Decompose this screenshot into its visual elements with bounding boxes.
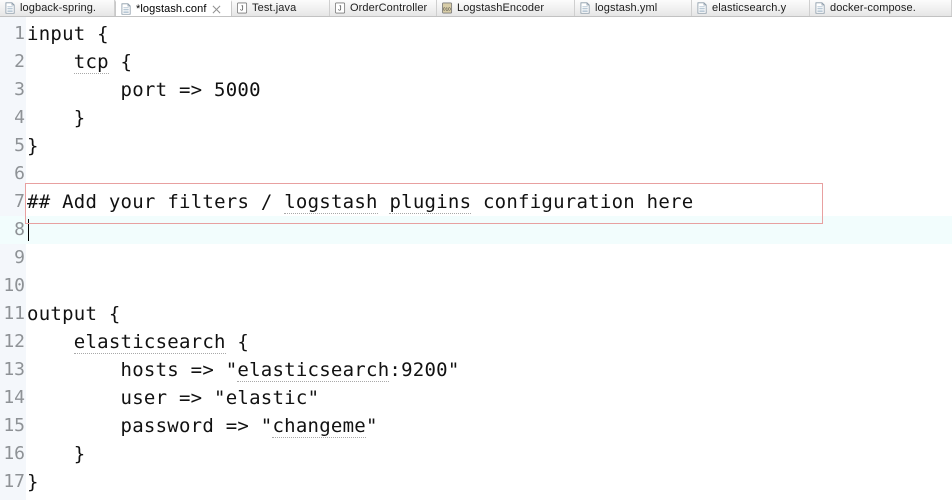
code-line[interactable]: 14 user => "elastic" (0, 384, 952, 412)
editor-tab-logstash-conf[interactable]: *logstash.conf (115, 0, 232, 16)
line-number: 13 (3, 359, 25, 380)
line-source[interactable]: password => "changeme" (26, 412, 378, 440)
text-file-icon (121, 3, 132, 15)
code-line[interactable]: 15 password => "changeme" (0, 412, 952, 440)
line-number: 12 (3, 331, 25, 352)
line-source[interactable]: } (26, 440, 85, 468)
line-number: 1 (14, 23, 25, 44)
line-number: 10 (3, 275, 25, 296)
svg-text:010: 010 (443, 6, 451, 11)
code-line[interactable]: 12 elasticsearch { (0, 328, 952, 356)
yaml-file-icon (697, 2, 708, 14)
code-line[interactable]: 2 tcp { (0, 48, 952, 76)
line-source[interactable]: output { (26, 300, 121, 328)
line-number: 7 (14, 191, 25, 212)
code-line[interactable]: 3 port => 5000 (0, 76, 952, 104)
xml-file-icon (5, 2, 16, 14)
code-line[interactable]: 16 } (0, 440, 952, 468)
editor-tab-logstash-yml[interactable]: logstash.yml (575, 0, 692, 16)
code-line[interactable]: 8 (0, 216, 952, 244)
line-source[interactable]: elasticsearch { (26, 328, 249, 356)
line-source[interactable]: hosts => "elasticsearch:9200" (26, 356, 460, 384)
editor-tab-elasticsearch-y[interactable]: elasticsearch.y (692, 0, 810, 16)
editor-tab-bar[interactable]: logback-spring. *logstash.conf J Test.java J… (0, 0, 952, 17)
java-file-icon: J (335, 2, 346, 14)
editor-tab-logstashencoder[interactable]: 010 LogstashEncoder (437, 0, 575, 16)
line-source[interactable]: } (26, 468, 39, 496)
line-number: 11 (3, 303, 25, 324)
line-number: 15 (3, 415, 25, 436)
code-line[interactable]: 6 (0, 160, 952, 188)
line-source[interactable]: port => 5000 (26, 76, 261, 104)
line-number: 3 (14, 79, 25, 100)
editor-tab-ordercontroller[interactable]: J OrderController (330, 0, 437, 16)
line-source[interactable]: tcp { (26, 48, 132, 76)
editor-tab-logback-spring[interactable]: logback-spring. (0, 0, 115, 16)
line-source[interactable]: user => "elastic" (26, 384, 319, 412)
spellcheck-underline: logstash (284, 191, 378, 214)
line-number: 16 (3, 443, 25, 464)
line-number: 2 (14, 51, 25, 72)
line-source[interactable]: ## Add your filters / logstash plugins c… (26, 188, 693, 216)
spellcheck-underline: elasticsearch (73, 331, 226, 354)
line-source[interactable]: } (26, 104, 85, 132)
code-line[interactable]: 11 output { (0, 300, 952, 328)
editor-tab-label: OrderController (350, 2, 428, 14)
editor-tab-label: docker-compose. (830, 2, 916, 14)
line-number: 9 (14, 247, 25, 268)
line-number: 14 (3, 387, 25, 408)
code-content[interactable]: 1 input {2 tcp {3 port => 5000 4 } 5} 6 7 ## A… (0, 17, 952, 500)
line-number: 5 (14, 135, 25, 156)
class-file-icon: 010 (442, 2, 453, 14)
text-cursor (28, 219, 29, 241)
line-source[interactable]: input { (26, 20, 109, 48)
code-line[interactable]: 9 (0, 244, 952, 272)
editor-tab-label: logback-spring. (20, 2, 97, 14)
code-line[interactable]: 4 } (0, 104, 952, 132)
editor-tab-label: LogstashEncoder (457, 2, 545, 14)
editor-tab-docker-compose[interactable]: docker-compose. (810, 0, 952, 16)
code-line[interactable]: 17} (0, 468, 952, 496)
line-number: 17 (3, 471, 25, 492)
close-icon[interactable] (212, 5, 221, 14)
code-line[interactable]: 10 (0, 272, 952, 300)
code-line[interactable]: 1 input { (0, 20, 952, 48)
yaml-file-icon (580, 2, 591, 14)
svg-text:J: J (240, 5, 243, 12)
code-editor[interactable]: 1 input {2 tcp {3 port => 5000 4 } 5} 6 7 ## A… (0, 17, 952, 500)
spellcheck-underline: tcp (73, 51, 109, 74)
code-line[interactable]: 18 (0, 496, 952, 500)
spellcheck-underline: elasticsearch (237, 359, 390, 382)
line-number: 18 (0, 496, 26, 500)
editor-tab-label: elasticsearch.y (712, 2, 787, 14)
editor-tab-label: *logstash.conf (136, 3, 207, 15)
spellcheck-underline: plugins (389, 191, 472, 214)
editor-tab-test-java[interactable]: J Test.java (232, 0, 330, 16)
svg-text:J: J (338, 5, 341, 12)
code-line[interactable]: 13 hosts => "elasticsearch:9200" (0, 356, 952, 384)
line-source[interactable]: } (26, 132, 39, 160)
java-file-icon: J (237, 2, 248, 14)
code-line[interactable]: 5} (0, 132, 952, 160)
line-number: 6 (14, 163, 25, 184)
spellcheck-underline: changeme (272, 415, 366, 438)
editor-tab-label: Test.java (252, 2, 297, 14)
line-number: 8 (14, 219, 25, 240)
editor-tab-label: logstash.yml (595, 2, 658, 14)
yaml-file-icon (815, 2, 826, 14)
code-line[interactable]: 7 ## Add your filters / logstash plugins … (0, 188, 952, 216)
line-number: 4 (14, 107, 25, 128)
